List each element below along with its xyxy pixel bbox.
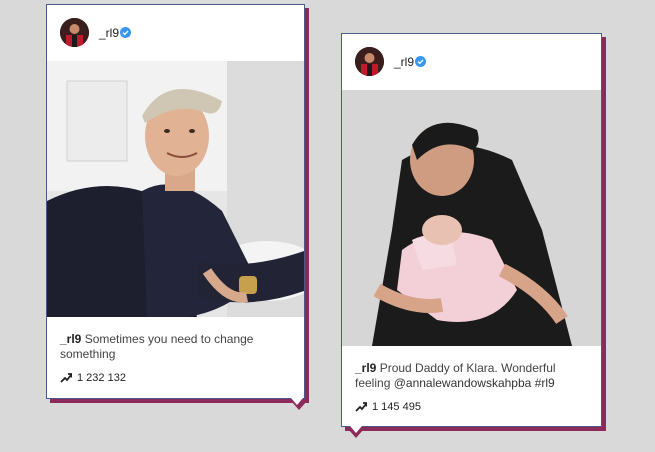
verified-icon bbox=[120, 27, 131, 38]
post-caption: _rl9 Sometimes you need to change someth… bbox=[60, 332, 292, 362]
username[interactable]: _rl9 bbox=[99, 26, 119, 40]
trending-icon bbox=[355, 402, 367, 412]
stat-value: 1 145 495 bbox=[372, 401, 421, 413]
caption-username[interactable]: _rl9 bbox=[60, 332, 81, 346]
post-photo[interactable] bbox=[342, 90, 601, 346]
post-stats: 1 145 495 bbox=[355, 401, 421, 413]
post-photo[interactable] bbox=[47, 61, 304, 317]
caption-text: Sometimes you need to change something bbox=[60, 332, 254, 361]
verified-icon bbox=[415, 56, 426, 67]
trending-icon bbox=[60, 373, 72, 383]
post-card-2[interactable]: _rl9 _rl9 Proud Daddy of Klara. Wonderfu… bbox=[341, 33, 602, 438]
post-stats: 1 232 132 bbox=[60, 372, 126, 384]
username[interactable]: _rl9 bbox=[394, 55, 414, 69]
post-card-1[interactable]: _rl9 _rl9 Sometimes you need to change s… bbox=[46, 4, 307, 410]
mention-link[interactable]: @annalewandowskahpba bbox=[394, 376, 532, 390]
stat-value: 1 232 132 bbox=[77, 372, 126, 384]
avatar[interactable] bbox=[355, 47, 384, 76]
post-header: _rl9 bbox=[342, 34, 601, 89]
post-caption: _rl9 Proud Daddy of Klara. Wonderful fee… bbox=[355, 361, 589, 391]
caption-username[interactable]: _rl9 bbox=[355, 361, 376, 375]
post-header: _rl9 bbox=[47, 5, 304, 60]
avatar[interactable] bbox=[60, 18, 89, 47]
speech-tail-inner bbox=[291, 398, 303, 405]
speech-tail-inner bbox=[350, 426, 362, 433]
hashtag-link[interactable]: #rl9 bbox=[535, 376, 555, 390]
